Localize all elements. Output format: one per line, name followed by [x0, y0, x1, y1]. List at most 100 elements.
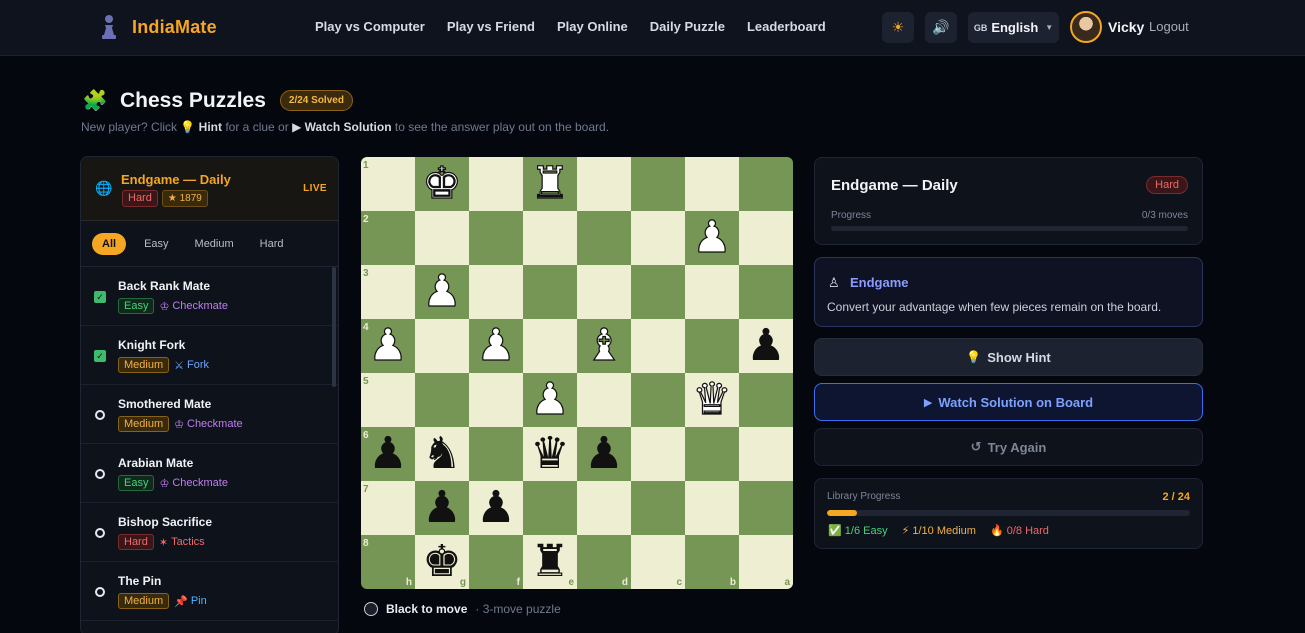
white-pawn-icon[interactable]: ♟: [476, 323, 517, 368]
board-square[interactable]: 2: [361, 211, 415, 265]
board-square[interactable]: [739, 265, 793, 319]
board-square[interactable]: g ♚: [415, 535, 469, 589]
board-square[interactable]: c: [631, 535, 685, 589]
board-square[interactable]: [577, 481, 631, 535]
board-square[interactable]: d: [577, 535, 631, 589]
watch-solution-button[interactable]: ▶ Watch Solution on Board: [814, 383, 1203, 421]
puzzle-list-item[interactable]: ✓ Back Rank Mate Easy ♔ Checkmate: [81, 267, 338, 326]
nav-daily-puzzle[interactable]: Daily Puzzle: [650, 19, 725, 34]
board-square[interactable]: [469, 265, 523, 319]
board-square[interactable]: [415, 373, 469, 427]
board-square[interactable]: f: [469, 535, 523, 589]
white-pawn-icon[interactable]: ♟: [692, 215, 733, 260]
board-square[interactable]: ♜: [523, 157, 577, 211]
language-select[interactable]: GB English ▼: [968, 12, 1059, 43]
board-square[interactable]: ♟: [577, 427, 631, 481]
board-square[interactable]: [739, 373, 793, 427]
board-square[interactable]: [631, 481, 685, 535]
board-square[interactable]: 6 ♟: [361, 427, 415, 481]
board-square[interactable]: ♝: [577, 319, 631, 373]
board-square[interactable]: [469, 427, 523, 481]
board-square[interactable]: [523, 481, 577, 535]
board-square[interactable]: [739, 211, 793, 265]
black-pawn-icon[interactable]: ♟: [476, 486, 515, 530]
board-square[interactable]: [523, 319, 577, 373]
white-bishop-icon[interactable]: ♝: [584, 323, 625, 368]
black-king-icon[interactable]: ♚: [422, 540, 461, 584]
chess-board[interactable]: 1 ♚ ♜ 2 ♟ 3 ♟ 4 ♟ ♟ ♝ ♟ 5 ♟ ♛ 6 ♟ ♞ ♛ ♟ 7 ♟ ♟ 8 h g ♚ f e ♜ d c b a: [361, 157, 793, 589]
white-pawn-icon[interactable]: ♟: [530, 377, 571, 422]
board-square[interactable]: ♚: [415, 157, 469, 211]
board-square[interactable]: ♟: [415, 265, 469, 319]
board-square[interactable]: ♟: [469, 319, 523, 373]
board-square[interactable]: [631, 211, 685, 265]
filter-medium[interactable]: Medium: [187, 233, 242, 255]
show-hint-button[interactable]: 💡 Show Hint: [814, 338, 1203, 376]
white-king-icon[interactable]: ♚: [422, 161, 463, 206]
puzzle-list-item[interactable]: Bishop Sacrifice Hard ✶ Tactics: [81, 503, 338, 562]
filter-easy[interactable]: Easy: [136, 233, 176, 255]
board-square[interactable]: [739, 481, 793, 535]
board-square[interactable]: 4 ♟: [361, 319, 415, 373]
logout-link[interactable]: Logout: [1149, 19, 1189, 34]
puzzle-list-item[interactable]: Arabian Mate Easy ♔ Checkmate: [81, 444, 338, 503]
sidebar-scrollbar[interactable]: [332, 267, 336, 387]
try-again-button[interactable]: ↺ Try Again: [814, 428, 1203, 466]
board-square[interactable]: [577, 157, 631, 211]
white-queen-icon[interactable]: ♛: [692, 377, 733, 422]
board-square[interactable]: 7: [361, 481, 415, 535]
board-square[interactable]: [469, 373, 523, 427]
board-square[interactable]: ♞: [415, 427, 469, 481]
board-square[interactable]: [685, 265, 739, 319]
filter-all[interactable]: All: [92, 232, 127, 255]
board-square[interactable]: ♟: [685, 211, 739, 265]
board-square[interactable]: [631, 427, 685, 481]
board-square[interactable]: [631, 265, 685, 319]
board-square[interactable]: [685, 319, 739, 373]
board-square[interactable]: [631, 319, 685, 373]
board-square[interactable]: b: [685, 535, 739, 589]
filter-hard[interactable]: Hard: [252, 233, 292, 255]
board-square[interactable]: [469, 211, 523, 265]
black-pawn-icon[interactable]: ♟: [746, 324, 785, 368]
black-rook-icon[interactable]: ♜: [530, 540, 569, 584]
board-square[interactable]: [631, 373, 685, 427]
nav-play-online[interactable]: Play Online: [557, 19, 628, 34]
puzzle-list-item[interactable]: Smothered Mate Medium ♔ Checkmate: [81, 385, 338, 444]
nav-play-vs-computer[interactable]: Play vs Computer: [315, 19, 425, 34]
board-square[interactable]: ♟: [415, 481, 469, 535]
board-square[interactable]: 1: [361, 157, 415, 211]
brand[interactable]: IndiaMate: [100, 14, 217, 40]
white-pawn-icon[interactable]: ♟: [368, 323, 409, 368]
black-knight-icon[interactable]: ♞: [422, 432, 461, 476]
white-rook-icon[interactable]: ♜: [530, 161, 571, 206]
board-square[interactable]: ♟: [469, 481, 523, 535]
board-square[interactable]: [469, 157, 523, 211]
board-square[interactable]: e ♜: [523, 535, 577, 589]
board-square[interactable]: [685, 481, 739, 535]
puzzle-list-item[interactable]: ✓ Knight Fork Medium ⚔ Fork: [81, 326, 338, 385]
board-square[interactable]: 5: [361, 373, 415, 427]
white-pawn-icon[interactable]: ♟: [422, 269, 463, 314]
board-square[interactable]: [577, 373, 631, 427]
board-square[interactable]: [415, 319, 469, 373]
black-queen-icon[interactable]: ♛: [530, 432, 569, 476]
board-square[interactable]: [739, 427, 793, 481]
puzzle-list-item[interactable]: The Pin Medium 📌 Pin: [81, 562, 338, 621]
black-pawn-icon[interactable]: ♟: [368, 432, 407, 476]
avatar[interactable]: [1070, 11, 1102, 43]
board-square[interactable]: [415, 211, 469, 265]
board-square[interactable]: ♟: [523, 373, 577, 427]
theme-toggle-button[interactable]: ☀: [882, 12, 914, 43]
board-square[interactable]: 8h: [361, 535, 415, 589]
board-square[interactable]: [577, 211, 631, 265]
board-square[interactable]: a: [739, 535, 793, 589]
board-square[interactable]: [739, 157, 793, 211]
board-square[interactable]: [523, 265, 577, 319]
board-square[interactable]: [631, 157, 685, 211]
featured-puzzle[interactable]: 🌐 Endgame — Daily Hard ★ 1879 LIVE: [81, 157, 338, 221]
nav-play-vs-friend[interactable]: Play vs Friend: [447, 19, 535, 34]
board-square[interactable]: [685, 157, 739, 211]
nav-leaderboard[interactable]: Leaderboard: [747, 19, 826, 34]
sound-toggle-button[interactable]: 🔊: [925, 12, 957, 43]
